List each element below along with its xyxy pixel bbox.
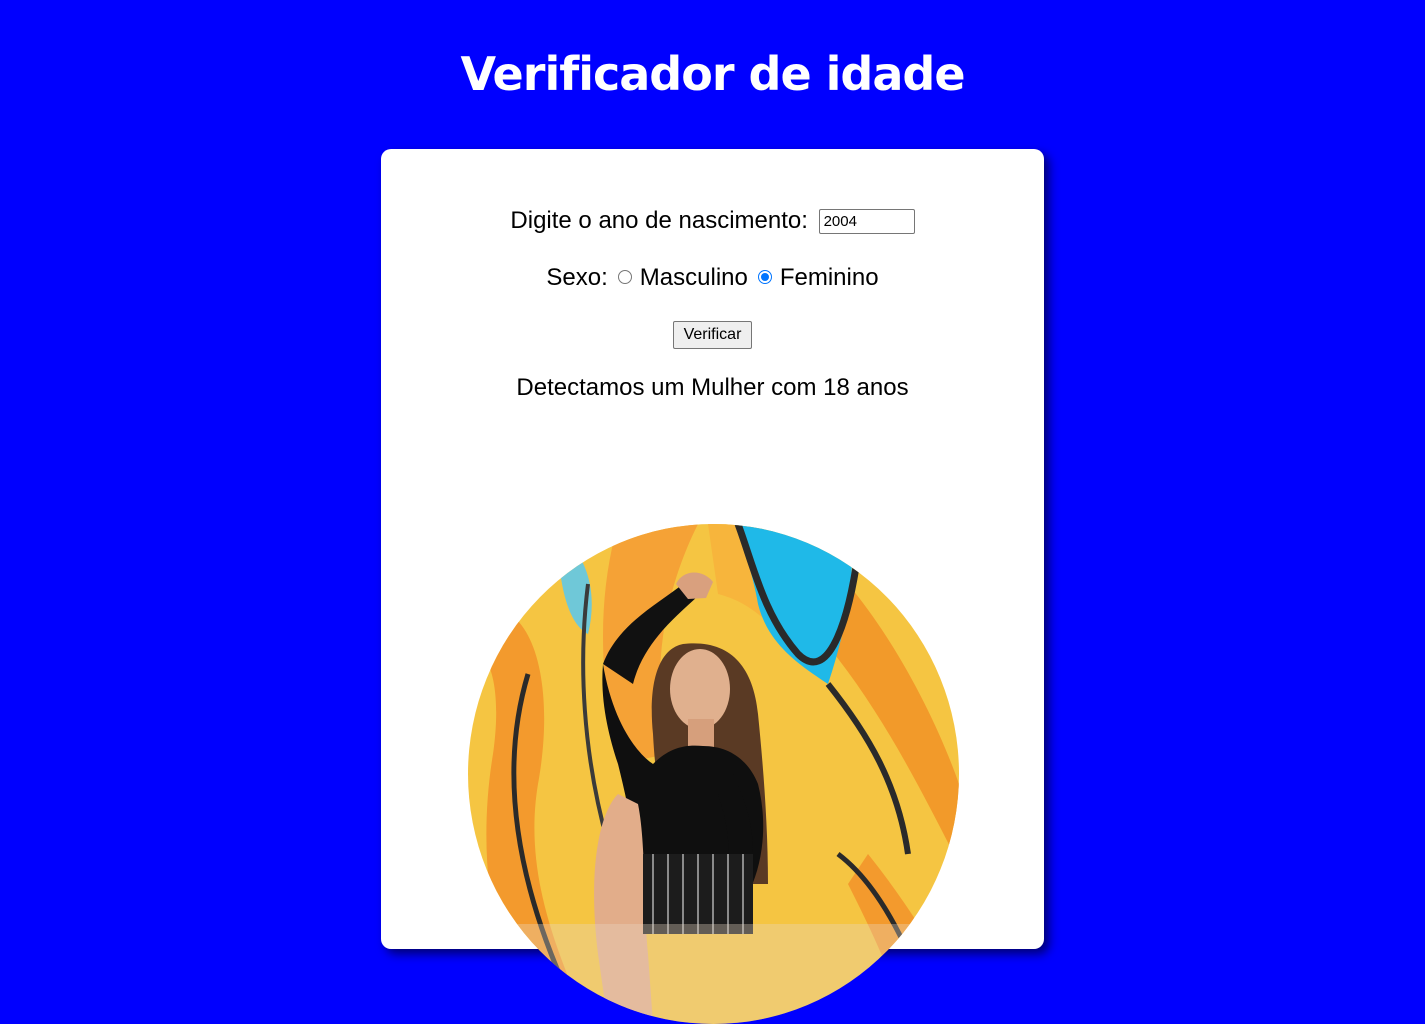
- result-photo: [468, 524, 959, 1024]
- result-text: Detectamos um Mulher com 18 anos: [516, 374, 909, 401]
- result-row: Detectamos um Mulher com 18 anos: [381, 372, 1044, 404]
- sex-label: Sexo:: [546, 264, 608, 291]
- radio-feminino[interactable]: [757, 269, 772, 284]
- radio-masculino[interactable]: [617, 269, 632, 284]
- birth-year-row: Digite o ano de nascimento:: [381, 205, 1044, 237]
- page-title: Verificador de idade: [460, 47, 965, 101]
- woman-graffiti-image: [468, 524, 959, 1024]
- verify-row: Verificar: [381, 320, 1044, 349]
- birth-year-label: Digite o ano de nascimento:: [510, 207, 808, 234]
- radio-feminino-label[interactable]: Feminino: [780, 264, 879, 291]
- birth-year-input[interactable]: [818, 209, 915, 235]
- sex-row: Sexo: Masculino Feminino: [381, 262, 1044, 294]
- verify-button[interactable]: Verificar: [672, 320, 753, 349]
- radio-masculino-label[interactable]: Masculino: [640, 264, 748, 291]
